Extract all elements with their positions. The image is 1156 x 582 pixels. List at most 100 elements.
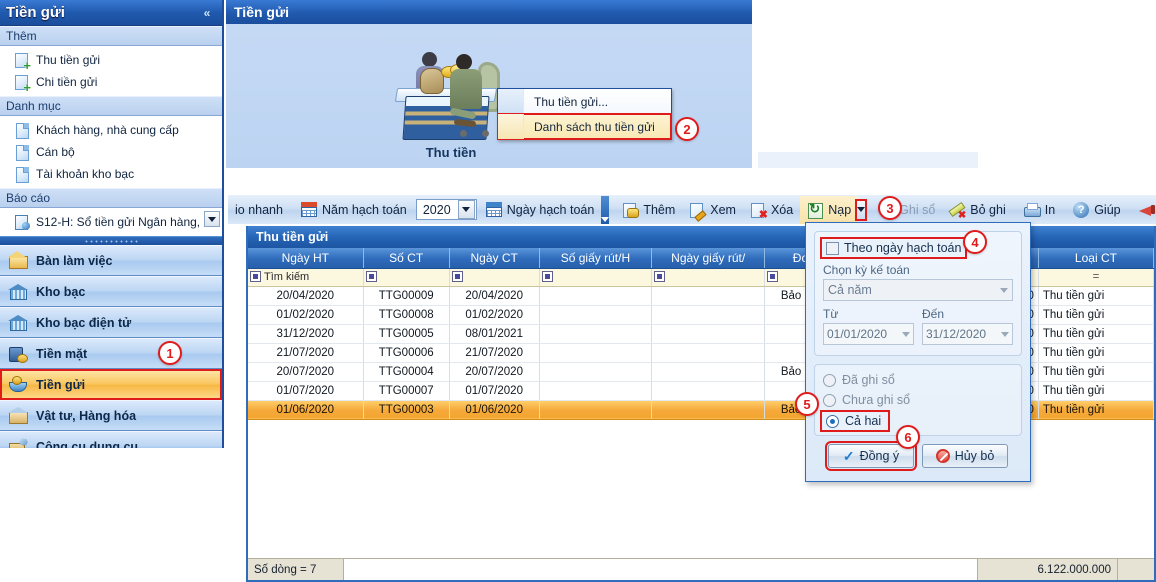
by-posting-date-checkbox-row[interactable]: Theo ngày hạch toán bbox=[819, 237, 968, 259]
context-menu-item-thu-tien-gui[interactable]: Thu tiền gửi... bbox=[498, 89, 671, 114]
cell-ngay-ct: 08/01/2021 bbox=[449, 324, 540, 344]
filter-cell-ngay-giay-rut[interactable] bbox=[651, 268, 766, 287]
filter-cell-ngay-ht[interactable]: Tìm kiếm bbox=[248, 268, 364, 287]
col-header-so-ct[interactable]: Số CT bbox=[363, 248, 450, 269]
toolbar-announce-button[interactable]: P bbox=[1132, 196, 1156, 224]
radio-button[interactable] bbox=[823, 393, 836, 407]
toolbar-quick-report-button[interactable]: io nhanh bbox=[228, 196, 290, 224]
sidebar-panel-bao-cao: S12-H: Sổ tiền gửi Ngân hàng, Kh bbox=[0, 208, 222, 236]
filter-cell-so-giay-rut[interactable] bbox=[539, 268, 653, 287]
toolbar-button-label: Xem bbox=[710, 202, 736, 217]
checkbox[interactable] bbox=[826, 241, 839, 255]
col-header-loai-ct[interactable]: Loại CT bbox=[1038, 248, 1155, 269]
sidebar-nav-tien-gui[interactable]: Tiền gửi bbox=[0, 369, 222, 400]
context-menu: Thu tiền gửi... Danh sách thu tiền gửi bbox=[497, 88, 672, 140]
sidebar-item-khach-hang[interactable]: Khách hàng, nhà cung cấp bbox=[0, 119, 222, 141]
col-header-ngay-giay-rut[interactable]: Ngày giấy rút/ bbox=[651, 248, 766, 269]
toolbar-add-button[interactable]: Thêm bbox=[615, 196, 682, 224]
cell-ngay-ct: 01/02/2020 bbox=[449, 305, 540, 325]
col-header-ngay-ht[interactable]: Ngày HT bbox=[248, 248, 364, 269]
sidebar-item-can-bo[interactable]: Cán bộ bbox=[0, 141, 222, 163]
filter-op-icon[interactable] bbox=[654, 271, 666, 283]
toolbar-overflow-button[interactable] bbox=[601, 195, 610, 224]
background-strip bbox=[758, 152, 978, 168]
status-row-count: Số dòng = 7 bbox=[248, 559, 344, 580]
report-icon bbox=[14, 214, 30, 230]
chevron-down-icon[interactable] bbox=[902, 331, 910, 337]
sidebar-item-thu-tien-gui[interactable]: Thu tiền gửi bbox=[0, 49, 222, 71]
home-icon bbox=[7, 250, 28, 271]
view-icon bbox=[689, 202, 705, 218]
sidebar-item-s12h-report[interactable]: S12-H: Sổ tiền gửi Ngân hàng, Kh bbox=[0, 211, 222, 233]
filter-cell-so-ct[interactable] bbox=[363, 268, 450, 287]
radio-row-da-ghi-so[interactable]: Đã ghi sổ bbox=[823, 373, 1013, 387]
toolbar-print-button[interactable]: In bbox=[1017, 196, 1062, 224]
from-date-value: 01/01/2020 bbox=[827, 327, 888, 341]
callout-badge-5: 5 bbox=[795, 392, 819, 416]
megaphone-icon bbox=[1138, 202, 1155, 218]
sidebar-panel-danh-muc: Khách hàng, nhà cung cấp Cán bộ Tài khoả… bbox=[0, 116, 222, 188]
toolbar-refresh-dropdown-button[interactable] bbox=[855, 198, 868, 221]
cancel-icon bbox=[935, 449, 950, 463]
radio-button[interactable] bbox=[823, 373, 836, 387]
context-menu-item-danh-sach-thu-tien-gui[interactable]: Danh sách thu tiền gửi bbox=[497, 113, 672, 140]
sidebar-item-tai-khoan-kho-bac[interactable]: Tài khoản kho bạc bbox=[0, 163, 222, 185]
context-menu-item-label: Thu tiền gửi... bbox=[534, 94, 609, 109]
toolbar-view-button[interactable]: Xem bbox=[682, 196, 743, 224]
chevron-down-icon bbox=[208, 216, 216, 222]
to-label: Đến bbox=[922, 307, 945, 321]
sidebar-nav-label: Kho bạc điện tử bbox=[36, 315, 132, 330]
to-date-input[interactable]: 31/12/2020 bbox=[922, 323, 1013, 345]
toolbar-unpost-button[interactable]: Bỏ ghi bbox=[942, 196, 1012, 224]
delete-icon bbox=[750, 202, 768, 221]
filter-cell-ngay-ct[interactable] bbox=[449, 268, 540, 287]
toolbar-refresh-button[interactable]: Nạp bbox=[800, 195, 859, 224]
document-icon bbox=[14, 122, 30, 139]
chevron-down-icon bbox=[857, 207, 866, 212]
sidebar-nav-ban-lam-viec[interactable]: Bàn làm việc bbox=[0, 245, 222, 276]
sidebar-group-header-them: Thêm bbox=[0, 26, 222, 46]
sidebar-report-scroll-down-button[interactable] bbox=[204, 211, 220, 227]
sidebar-splitter-grip[interactable] bbox=[0, 236, 222, 245]
fiscal-year-dropdown-button[interactable] bbox=[457, 200, 475, 219]
to-date-field: Đến 31/12/2020 bbox=[922, 305, 1013, 345]
callout-badge-4: 4 bbox=[963, 230, 987, 254]
sidebar-nav-vat-tu-hang-hoa[interactable]: Vật tư, Hàng hóa bbox=[0, 400, 222, 431]
document-icon bbox=[14, 166, 30, 183]
cell-ngay-ct: 20/07/2020 bbox=[449, 362, 540, 382]
sidebar-nav-cong-cu-dung-cu[interactable]: Công cụ dụng cụ bbox=[0, 431, 222, 448]
context-menu-item-label: Danh sách thu tiền gửi bbox=[534, 119, 655, 134]
radio-label: Chưa ghi sổ bbox=[842, 393, 911, 407]
toolbar-help-button[interactable]: Giúp bbox=[1066, 196, 1127, 224]
col-header-ngay-ct[interactable]: Ngày CT bbox=[449, 248, 540, 269]
ok-button[interactable]: ✓ Đồng ý bbox=[825, 441, 917, 471]
sidebar-item-chi-tien-gui[interactable]: Chi tiền gửi bbox=[0, 71, 222, 93]
posting-status-group: Đã ghi sổ Chưa ghi sổ Cả hai bbox=[814, 364, 1022, 436]
radio-button[interactable] bbox=[826, 414, 839, 428]
toolbar-delete-button[interactable]: Xóa bbox=[743, 196, 800, 224]
grid-caption-label: Thu tiền gửi bbox=[256, 230, 329, 244]
sidebar-nav-kho-bac-dien-tu[interactable]: Kho bạc điện tử bbox=[0, 307, 222, 338]
filter-op-icon[interactable] bbox=[250, 271, 261, 283]
filter-op-icon[interactable] bbox=[541, 271, 553, 283]
filter-cell-loai-ct[interactable]: = bbox=[1038, 268, 1155, 287]
filter-op-icon[interactable] bbox=[365, 271, 377, 283]
chevron-down-icon[interactable] bbox=[1001, 331, 1009, 337]
cancel-button[interactable]: Hủy bỏ bbox=[922, 444, 1008, 468]
period-select[interactable]: Cả năm bbox=[823, 279, 1013, 301]
cell-so-giay-rut bbox=[539, 381, 653, 401]
radio-row-chua-ghi-so[interactable]: Chưa ghi sổ bbox=[823, 393, 1013, 407]
filter-op-icon[interactable] bbox=[451, 271, 463, 283]
sidebar-nav-kho-bac[interactable]: Kho bạc bbox=[0, 276, 222, 307]
fiscal-year-input[interactable] bbox=[416, 201, 457, 218]
col-header-so-giay-rut[interactable]: Số giấy rút/H bbox=[539, 248, 653, 269]
fiscal-year-combo[interactable] bbox=[415, 199, 477, 220]
toolbar-posting-date-button[interactable]: Ngày hạch toán bbox=[479, 196, 602, 224]
sidebar-nav-tien-mat[interactable]: Tiền mặt bbox=[0, 338, 222, 369]
filter-op-icon[interactable] bbox=[767, 271, 779, 283]
chevron-double-left-icon[interactable]: « bbox=[198, 4, 216, 22]
from-date-input[interactable]: 01/01/2020 bbox=[823, 323, 914, 345]
radio-row-ca-hai[interactable]: Cả hai bbox=[819, 410, 891, 432]
sidebar-nav-label: Công cụ dụng cụ bbox=[36, 439, 139, 449]
toolbar-button-label: Bỏ ghi bbox=[970, 202, 1006, 217]
